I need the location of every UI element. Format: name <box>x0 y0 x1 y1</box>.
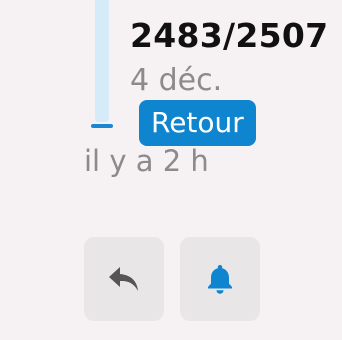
progress-count: 2483/2507 <box>130 16 329 55</box>
reply-button[interactable] <box>84 237 164 321</box>
status-badge: Retour <box>139 100 256 146</box>
progress-marker <box>91 124 113 128</box>
date-label: 4 déc. <box>130 63 223 98</box>
episode-progress-panel: 2483/2507 4 déc. Retour il y a 2 h <box>0 0 342 340</box>
bell-icon <box>208 265 232 294</box>
progress-track <box>95 0 109 122</box>
notification-button[interactable] <box>180 237 260 321</box>
time-ago-label: il y a 2 h <box>84 144 209 178</box>
reply-icon <box>109 267 138 291</box>
